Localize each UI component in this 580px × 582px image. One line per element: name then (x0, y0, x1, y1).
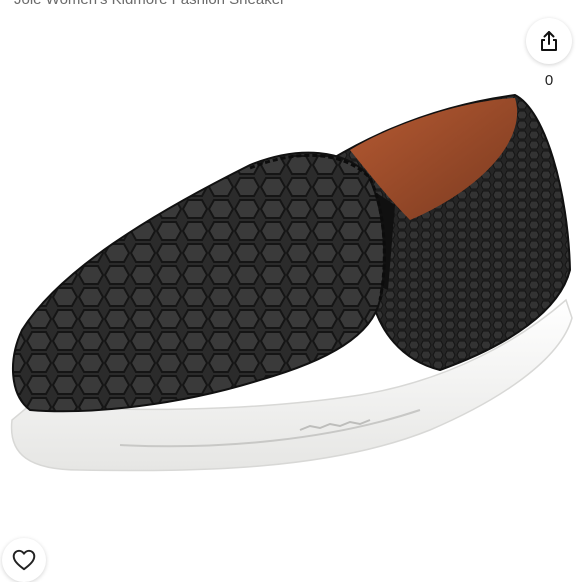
share-button[interactable] (526, 18, 572, 64)
shoe-vamp (12, 151, 386, 413)
share-count: 0 (544, 72, 554, 89)
share-icon (541, 31, 557, 51)
product-image (10, 93, 573, 472)
heart-icon (12, 549, 36, 571)
like-button[interactable] (2, 538, 46, 582)
